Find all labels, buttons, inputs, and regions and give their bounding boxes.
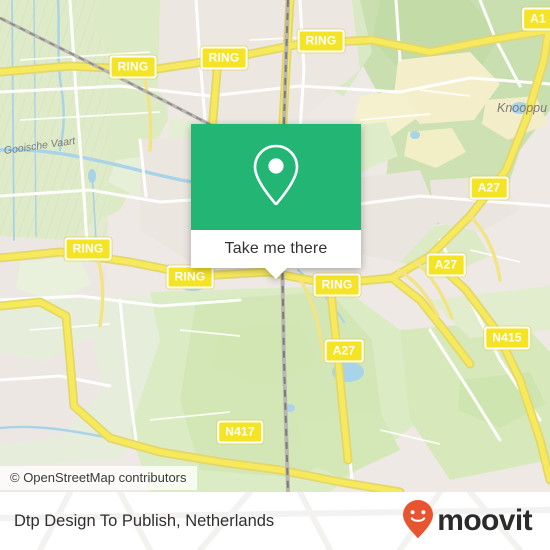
road-shield-ring[interactable]: RING [313,273,361,297]
road-shield-ring[interactable]: RING [109,55,157,79]
popup-pointer-tail [264,267,288,279]
take-me-there-label: Take me there [224,240,328,257]
popup-footer[interactable]: Take me there [191,230,361,279]
moovit-wordmark: moovit [437,504,532,537]
moovit-logo[interactable]: moovit [402,499,533,544]
footer-bar: Dtp Design To Publish, Netherlands moovi… [0,492,550,550]
road-shield-a27[interactable]: A27 [324,339,364,363]
popup-header [191,124,361,230]
moovit-map-screenshot: Gooische Vaart Knooppu RING RING RING RI… [0,0,550,550]
road-shield-ring[interactable]: RING [200,46,248,70]
road-shield-n415[interactable]: N415 [484,326,530,350]
road-shield-a27[interactable]: A27 [469,176,509,200]
road-shield-n417[interactable]: N417 [217,420,263,444]
moovit-smiley-pin-icon [402,499,434,544]
road-shield-ring[interactable]: RING [166,265,214,289]
road-shield-a27[interactable]: A27 [426,253,466,277]
osm-attribution[interactable]: © OpenStreetMap contributors [0,466,197,490]
map-pin-icon [250,142,302,213]
road-shield-ring[interactable]: RING [64,237,112,261]
road-shield-a1[interactable]: A1 [522,7,550,31]
place-title: Dtp Design To Publish, Netherlands [14,511,275,530]
location-popup[interactable]: Take me there [191,124,361,279]
road-shield-ring[interactable]: RING [297,29,345,53]
map-canvas[interactable]: Gooische Vaart Knooppu RING RING RING RI… [0,0,550,492]
